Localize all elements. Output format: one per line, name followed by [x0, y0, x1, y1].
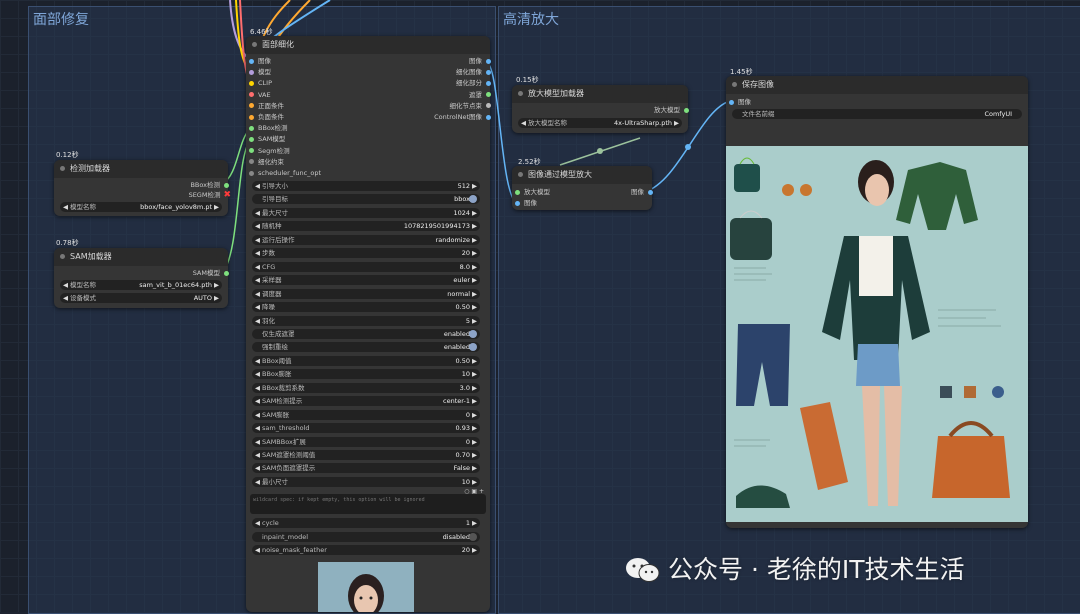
node-title[interactable]: 面部细化 — [246, 36, 490, 54]
widget-number[interactable]: ◀ 调度器 normal ▶ — [252, 288, 480, 299]
output-fashion-poster-image — [726, 146, 1028, 522]
model-name-combo[interactable]: ◀ 模型名称 bbox/face_yolov8m.pt ▶ — [60, 202, 222, 212]
textarea-controls[interactable]: ○ ▣ + — [464, 488, 484, 495]
input-port[interactable]: Segm检测 — [249, 146, 290, 156]
device-mode-combo[interactable]: ◀ 设备模式 AUTO ▶ — [60, 293, 222, 303]
input-port[interactable]: 负面条件 — [249, 112, 284, 122]
widget-number[interactable]: ◀ 最大尺寸 1024 ▶ — [252, 207, 480, 218]
input-port[interactable]: SAM模型 — [249, 134, 285, 144]
input-port[interactable]: VAE — [249, 90, 271, 100]
sam-loader-node[interactable]: SAM加载器 SAM模型 ◀ 模型名称 sam_vit_b_01ec64.pth ▶ … — [54, 248, 229, 308]
wechat-icon — [624, 556, 662, 584]
output-port[interactable]: 细化部分 — [456, 78, 491, 88]
upscale-model-combo[interactable]: ◀ 放大模型名称 4x-UltraSharp.pth ▶ — [518, 118, 682, 128]
widget-combo[interactable]: 引导目标 bbox — [252, 194, 480, 205]
output-port[interactable]: 细化节点束 — [450, 101, 491, 111]
output-port[interactable]: 遮罩 — [469, 90, 491, 100]
output-upscale-model[interactable]: 放大模型 — [654, 105, 689, 115]
output-port[interactable]: 图像 — [469, 56, 491, 66]
input-image[interactable]: 图像 — [729, 97, 751, 107]
sam-model-name-combo[interactable]: ◀ 模型名称 sam_vit_b_01ec64.pth ▶ — [60, 280, 222, 290]
output-segm-detector[interactable]: SEGM检测 ✖ — [189, 190, 231, 200]
input-image[interactable]: 图像 — [515, 198, 537, 208]
widget-number[interactable]: ◀ 引导大小 512 ▶ — [252, 181, 480, 191]
input-port[interactable]: 细化约束 — [249, 157, 284, 167]
input-port[interactable]: BBox检测 — [249, 123, 288, 133]
widget-number[interactable]: ◀ BBox裁剪系数 3.0 ▶ — [252, 382, 480, 393]
output-sam-model[interactable]: SAM模型 — [193, 268, 229, 278]
node-title[interactable]: 图像通过模型放大 — [512, 166, 652, 184]
node-timing: 0.78秒 — [56, 239, 79, 247]
input-upscale-model[interactable]: 放大模型 — [515, 187, 550, 197]
input-port[interactable]: 模型 — [249, 67, 271, 77]
output-port[interactable]: 细化图像 — [456, 67, 491, 77]
widget-number[interactable]: ◀ 最小尺寸 10 ▶ — [252, 476, 480, 487]
filename-prefix-field[interactable]: 文件名前缀 ComfyUI — [732, 109, 1022, 119]
input-port[interactable]: 图像 — [249, 56, 271, 66]
widget-number[interactable]: ◀ SAM膨胀 0 ▶ — [252, 409, 480, 420]
widget-toggle[interactable]: 仅生成遮罩 enabled — [252, 328, 480, 339]
node-timing: 0.15秒 — [516, 76, 539, 84]
widget-toggle[interactable]: 强制重绘 enabled — [252, 342, 480, 353]
widget-number[interactable]: ◀ 随机种 1078219501994173 ▶ — [252, 221, 480, 232]
input-port[interactable]: 正面条件 — [249, 101, 284, 111]
widget-number[interactable]: ◀ 降噪 0.50 ▶ — [252, 302, 480, 313]
node-timing: 0.12秒 — [56, 151, 79, 159]
widget-number[interactable]: ◀ sam_threshold 0.93 ▶ — [252, 423, 480, 434]
wildcard-textarea[interactable]: wildcard spec: if kept empty, this optio… — [250, 494, 486, 514]
watermark: 公众号 · 老徐的IT技术生活 — [624, 552, 965, 586]
widget-number[interactable]: ◀ cycle 1 ▶ — [252, 518, 480, 528]
widget-number[interactable]: ◀ CFG 8.0 ▶ — [252, 261, 480, 272]
widget-number[interactable]: ◀ SAM遮罩检测阈值 0.70 ▶ — [252, 450, 480, 460]
widget-number[interactable]: ◀ SAM负面遮罩提示 False ▶ — [252, 463, 480, 474]
widget-number[interactable]: ◀ BBox阈值 0.50 ▶ — [252, 355, 480, 366]
widget-number[interactable]: ◀ SAM检测提示 center-1 ▶ — [252, 396, 480, 407]
input-port[interactable]: CLIP — [249, 78, 272, 88]
watermark-text: 公众号 · 老徐的IT技术生活 — [668, 555, 965, 584]
widget-number[interactable]: ◀ SAMBBox扩展 0 ▶ — [252, 436, 480, 447]
upscale-image-node[interactable]: 图像通过模型放大 放大模型 图像 图像 — [512, 166, 653, 210]
face-detailer-node[interactable]: 面部细化 图像 模型 CLIP VAE 正面条件 负面条件 BBox检测 SAM模型 Segm检… — [246, 36, 491, 612]
error-icon: ✖ — [223, 190, 231, 200]
detector-loader-node[interactable]: 检测加载器 BBox检测 SEGM检测 ✖ ◀ 模型名称 bbox/face_yolo… — [54, 160, 231, 216]
widget-number[interactable]: ◀ 运行后操作 randomize ▶ — [252, 234, 480, 245]
widget-number[interactable]: ◀ noise_mask_feather 20 ▶ — [252, 545, 480, 555]
upscale-loader-node[interactable]: 放大模型加载器 放大模型 ◀ 放大模型名称 4x-UltraSharp.pth ▶ — [512, 85, 689, 133]
input-port[interactable]: scheduler_func_opt — [249, 168, 321, 178]
widget-number[interactable]: ◀ BBox膨胀 10 ▶ — [252, 369, 480, 380]
widget-number[interactable]: ◀ 采样器 euler ▶ — [252, 275, 480, 286]
widget-number[interactable]: ◀ 步数 20 ▶ — [252, 248, 480, 259]
output-port[interactable]: ControlNet图像 — [434, 112, 491, 122]
node-title[interactable]: 检测加载器 — [54, 160, 228, 178]
face-preview-image — [318, 562, 414, 612]
node-title[interactable]: 保存图像 — [726, 76, 1028, 94]
node-title[interactable]: 放大模型加载器 — [512, 85, 688, 103]
output-bbox-detector[interactable]: BBox检测 — [190, 180, 229, 190]
widget-toggle[interactable]: inpaint_model disabled — [252, 531, 480, 542]
node-title[interactable]: SAM加载器 — [54, 248, 228, 266]
widget-number[interactable]: ◀ 羽化 5 ▶ — [252, 315, 480, 326]
output-image[interactable]: 图像 — [631, 187, 653, 197]
